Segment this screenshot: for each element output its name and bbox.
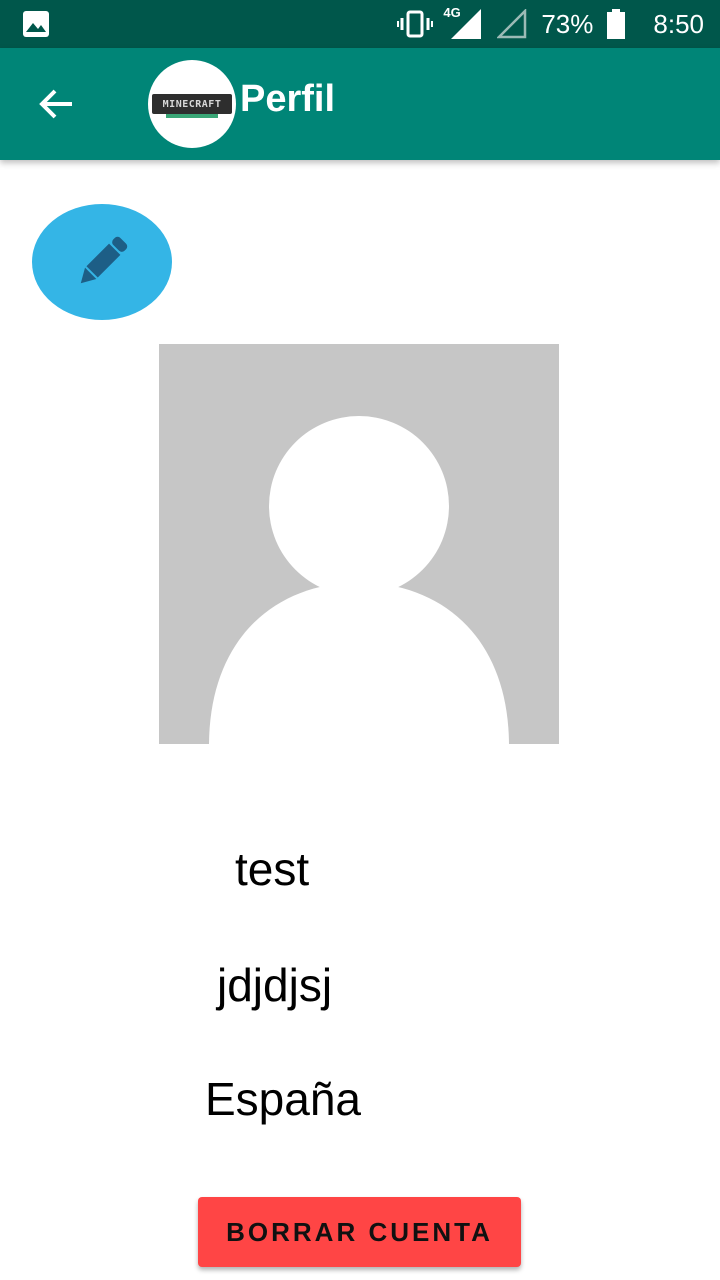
arrow-left-icon <box>39 89 72 119</box>
pencil-icon <box>80 236 128 284</box>
signal-icon: 4G <box>443 5 483 41</box>
profile-username: jdjdjsj <box>217 959 333 1011</box>
edit-profile-button[interactable] <box>32 204 172 320</box>
logo-text: MINECRAFT <box>162 98 222 110</box>
page-title: Perfil <box>240 78 336 120</box>
profile-avatar <box>159 344 559 744</box>
signal-empty-icon <box>497 9 527 39</box>
user-placeholder-icon <box>209 416 509 744</box>
app-logo: MINECRAFT <box>148 60 236 148</box>
logo-badge: MINECRAFT <box>152 94 232 118</box>
clock: 8:50 <box>653 8 704 39</box>
vibrate-icon <box>397 10 434 38</box>
profile-country: España <box>205 1073 362 1125</box>
battery-percent: 73% <box>541 8 594 39</box>
back-button[interactable] <box>30 82 82 126</box>
app-bar: MINECRAFT Perfil <box>0 48 720 160</box>
delete-account-button[interactable]: BORRAR CUENTA <box>198 1197 521 1267</box>
battery-icon <box>607 9 626 39</box>
status-bar: 4G 73% 8:50 <box>0 0 720 48</box>
profile-name: test <box>235 843 310 895</box>
image-icon <box>23 11 49 37</box>
